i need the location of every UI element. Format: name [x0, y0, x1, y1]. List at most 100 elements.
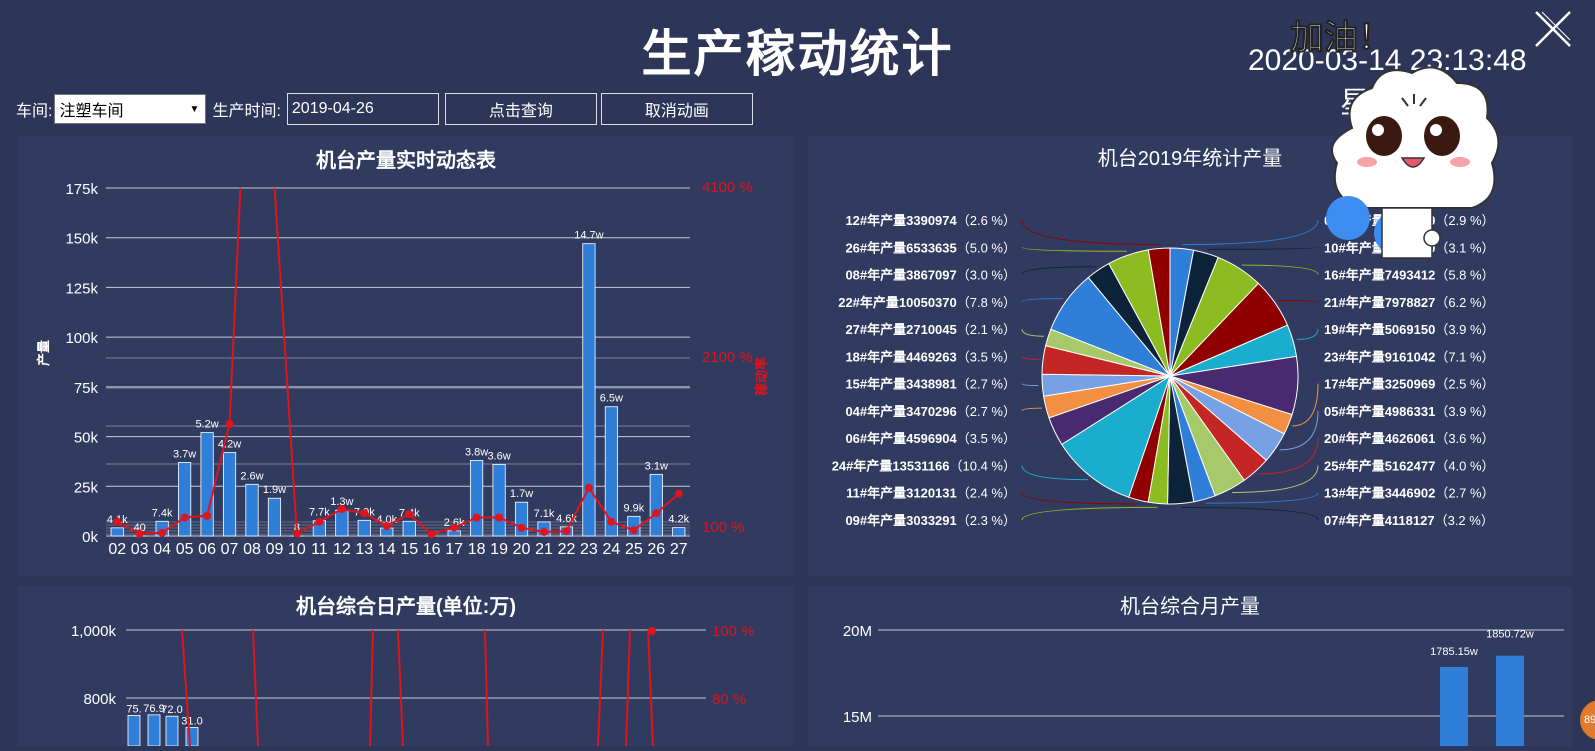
- query-button[interactable]: 点击查询: [445, 93, 597, 125]
- pie-connector: [1022, 299, 1063, 302]
- x-tick-label: 27: [670, 541, 688, 558]
- utilization-point[interactable]: [585, 484, 593, 492]
- x-tick-label: 16: [423, 541, 441, 558]
- pie-connector: [1022, 220, 1159, 244]
- utilization-point[interactable]: [428, 530, 436, 538]
- bar[interactable]: [403, 521, 415, 536]
- pie-data-label: 22#年产量10050370（7.8 %）: [838, 295, 1016, 310]
- production-date-input[interactable]: 2019-04-26: [287, 93, 439, 125]
- monthly-output-panel: 机台综合月产量 15M20M1785.15w1850.72w: [808, 586, 1572, 746]
- utilization-point[interactable]: [203, 512, 211, 520]
- utilization-point[interactable]: [315, 518, 323, 526]
- bar[interactable]: [246, 484, 258, 536]
- pie-connector: [1297, 329, 1318, 339]
- x-tick-label: 04: [153, 541, 171, 558]
- utilization-point[interactable]: [450, 524, 458, 532]
- y-tick-label: 1,000k: [71, 623, 117, 640]
- bar[interactable]: [223, 452, 235, 536]
- utilization-point[interactable]: [338, 505, 346, 513]
- utilization-point[interactable]: [360, 509, 368, 517]
- x-tick-label: 18: [468, 541, 486, 558]
- bar[interactable]: [201, 433, 213, 536]
- bar-data-label: 72.0: [161, 704, 182, 716]
- utilization-point[interactable]: [158, 529, 166, 537]
- x-tick-label: 26: [647, 541, 665, 558]
- bar[interactable]: [111, 528, 123, 536]
- utilization-line: [598, 630, 603, 746]
- pie-data-label: 04#年产量3470296（2.7 %）: [845, 404, 1016, 419]
- x-tick-label: 17: [445, 541, 463, 558]
- utilization-point[interactable]: [562, 527, 570, 535]
- utilization-point[interactable]: [495, 514, 503, 522]
- pie-data-label: 09#年产量3033291（2.3 %）: [845, 513, 1016, 528]
- x-tick-label: 25: [625, 541, 643, 558]
- y-tick-label: 100k: [65, 330, 98, 347]
- utilization-point[interactable]: [405, 510, 413, 518]
- bar-data-label: 7.1k: [534, 508, 555, 520]
- utilization-point[interactable]: [113, 518, 121, 526]
- cancel-animation-button[interactable]: 取消动画: [601, 93, 753, 125]
- bar[interactable]: [583, 244, 595, 536]
- bar[interactable]: [1440, 667, 1468, 746]
- pie-data-label: 21#年产量7978827（6.2 %）: [1324, 295, 1495, 310]
- bar[interactable]: [470, 460, 482, 536]
- x-tick-label: 21: [535, 541, 553, 558]
- utilization-point[interactable]: [540, 528, 548, 536]
- pie-data-label: 19#年产量5069150（3.9 %）: [1324, 322, 1495, 337]
- utilization-point[interactable]: [607, 518, 615, 526]
- bar-data-label: 31.0: [181, 715, 202, 727]
- bar[interactable]: [336, 510, 348, 536]
- workshop-select[interactable]: 注塑车间 ▼: [54, 94, 206, 124]
- pie-data-label: 20#年产量4626061（3.6 %）: [1324, 431, 1495, 446]
- bar[interactable]: [650, 474, 662, 536]
- bar-data-label: 1.9w: [263, 484, 286, 496]
- pie-data-label: 05#年产量4986331（3.9 %）: [1324, 404, 1495, 419]
- utilization-point[interactable]: [181, 514, 189, 522]
- bar[interactable]: [358, 520, 370, 536]
- pie-connector: [1181, 508, 1318, 520]
- utilization-point[interactable]: [518, 524, 526, 532]
- utilization-point[interactable]: [383, 522, 391, 530]
- y-axis-title: 产量: [36, 340, 51, 366]
- pie-data-label: 17#年产量3250969（2.5 %）: [1324, 377, 1495, 392]
- bar[interactable]: [493, 464, 505, 536]
- daily-output-panel: 机台综合日产量(单位:万) 800k1,000k80 %100 %75.76.9…: [18, 586, 794, 746]
- bar[interactable]: [166, 716, 178, 746]
- y-tick-label: 175k: [65, 181, 98, 198]
- bar[interactable]: [268, 498, 280, 536]
- close-icon[interactable]: [1532, 8, 1574, 50]
- utilization-point[interactable]: [293, 530, 301, 538]
- pie-connector: [1022, 465, 1088, 479]
- mascot-cloud-icon[interactable]: [1322, 58, 1508, 294]
- pie-connector: [1022, 356, 1039, 359]
- y2-tick-label: 2100 %: [702, 349, 753, 366]
- x-tick-label: 09: [266, 541, 284, 558]
- workshop-select-value: 注塑车间: [59, 97, 123, 121]
- filter-toolbar: 车间: 注塑车间 ▼ 生产时间: 2019-04-26 点击查询 取消动画: [16, 92, 757, 126]
- utilization-line: [626, 630, 630, 746]
- bar[interactable]: [128, 715, 140, 746]
- corner-badge[interactable]: 89: [1580, 700, 1595, 740]
- utilization-point[interactable]: [648, 627, 656, 635]
- bar[interactable]: [148, 715, 160, 746]
- bar-data-label: 14.7w: [574, 230, 603, 242]
- x-tick-label: 15: [400, 541, 418, 558]
- pie-data-label: 13#年产量3446902（2.7 %）: [1324, 486, 1495, 501]
- bar[interactable]: [178, 462, 190, 536]
- bar[interactable]: [186, 727, 198, 746]
- pie-connector: [1022, 247, 1127, 251]
- pie-data-label: 12#年产量3390974（2.6 %）: [845, 213, 1016, 228]
- utilization-point[interactable]: [630, 526, 638, 534]
- utilization-point[interactable]: [473, 514, 481, 522]
- utilization-point[interactable]: [652, 509, 660, 517]
- x-tick-label: 22: [558, 541, 576, 558]
- pie-connector: [1022, 433, 1051, 438]
- dropdown-arrow-icon: ▼: [190, 104, 200, 115]
- y-tick-label: 75k: [74, 380, 99, 397]
- utilization-point[interactable]: [675, 490, 683, 498]
- bar[interactable]: [673, 528, 685, 536]
- utilization-point[interactable]: [136, 530, 144, 538]
- bar[interactable]: [1496, 656, 1524, 746]
- y2-tick-label: 100 %: [702, 519, 745, 536]
- utilization-point[interactable]: [226, 420, 234, 428]
